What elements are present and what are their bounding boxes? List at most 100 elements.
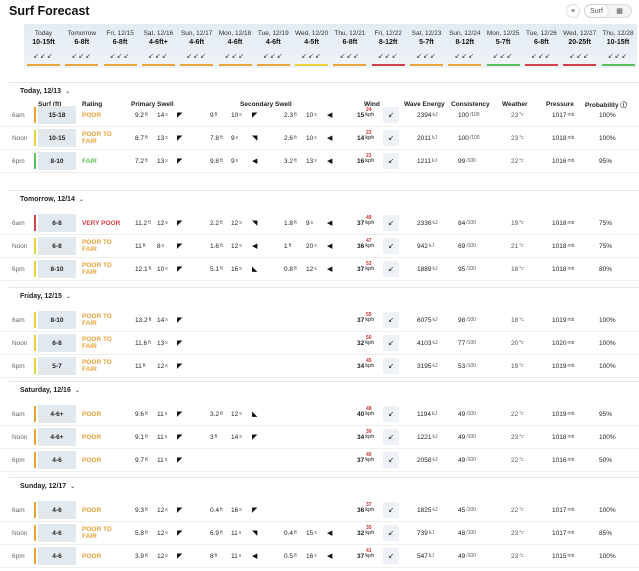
table-row[interactable]: 6am 4-6+ POOR 9.6 ft 11 s ◤ 3.2 ft 12 s ◣ 40 kph 48 ↙ 119… (0, 404, 639, 426)
table-row[interactable]: Noon 4-6+ POOR 9.1 ft 11 s ◤ 3 ft 14 s ◤ 34 kph 39 ↙ 1221… (0, 427, 639, 449)
table-row[interactable]: Noon 6-8 POOR TO FAIR 11.6 ft 13 s ◤ 32 kph 50 ↙ 410… (0, 333, 639, 355)
view-segment[interactable]: Surf ▦ (584, 4, 632, 18)
primary-swell-period: 14 s (157, 316, 168, 324)
table-row[interactable]: 6pm 4-6 POOR 9.7 ft 11 s ◤ 37 kph 40 ↙ 2058 kJ 49/100 2… (0, 450, 639, 472)
strip-day[interactable]: Sat, 12/23 5-7ft ↙↙↙ (407, 24, 446, 68)
strip-day-height: 8-12ft (455, 39, 475, 46)
day-header[interactable]: Sunday, 12/17 ⌄ (20, 483, 75, 490)
strip-day[interactable]: Wed, 12/20 4-5ft ↙↙↙ (292, 24, 331, 68)
row-time: Noon (12, 242, 28, 250)
table-row[interactable]: 6am 6-8 VERY POOR 11.2 ft 12 s ◤ 2.2 ft 12 s ◥ 1.8 ft 9… (0, 213, 639, 235)
wind-speed: 32 kph 35 (357, 525, 375, 537)
surf-view-button[interactable]: Surf (585, 5, 608, 17)
strip-day[interactable]: Fri, 12/15 6-8ft ↙↙↙ (101, 24, 140, 68)
table-row[interactable]: 6pm 5-7 POOR TO FAIR 11 ft 12 s ◤ 34 kph 45 ↙ 3195 kJ… (0, 356, 639, 378)
rating-label: POOR (82, 410, 102, 418)
pressure: 1016 mb (552, 456, 575, 464)
pressure: 1018 mb (552, 433, 575, 441)
table-row[interactable]: Noon 10-15 POOR TO FAIR 8.7 ft 13 s ◤ 7.8 ft 9 s ◥ 2.… (0, 128, 639, 150)
wave-energy: 739 kJ (417, 529, 434, 537)
tertiary-swell-period: 10 s (306, 134, 317, 142)
swell-direction-icon: ◤ (177, 340, 183, 347)
weather-temp: 20 °c (511, 339, 524, 347)
surf-height: 6-8 (38, 237, 76, 255)
day-header[interactable]: Friday, 12/15 ⌄ (20, 293, 71, 300)
table-row[interactable]: 6am 4-6 POOR 9.3 ft 12 s ◤ 0.4 ft 16 s ◤ 36 kph 37 ↙ 1825… (0, 500, 639, 522)
chevron-down-icon[interactable]: ⌄ (65, 89, 70, 95)
day-header[interactable]: Saturday, 12/16 ⌄ (20, 387, 80, 394)
secondary-swell-height: 9.8 ft (210, 157, 223, 165)
chevron-down-icon[interactable]: ⌄ (66, 294, 71, 300)
row-time: Noon (12, 529, 28, 537)
strip-day[interactable]: Tomorrow 6-8ft ↙↙↙ (62, 24, 101, 68)
wind-direction-icon: ↙ (383, 406, 399, 422)
table-row[interactable]: 6pm 8-10 FAIR 7.2 ft 13 s ◤ 9.8 ft 9 s ◀ 3.2 ft 13 s ◀ 16 k… (0, 151, 639, 173)
table-row[interactable]: 6pm 8-10 POOR TO FAIR 12.1 ft 10 s ◤ 5.1 ft 16 s ◣ 0.… (0, 259, 639, 281)
wind-direction-icon: ↙ (383, 153, 399, 169)
chevron-down-icon[interactable]: ⌄ (79, 197, 84, 203)
day-header[interactable]: Today, 12/13 ⌄ (20, 88, 70, 95)
table-view-button[interactable]: ▦ (608, 5, 631, 17)
strip-day[interactable]: Mon, 12/25 5-7ft ↙↙↙ (484, 24, 523, 68)
secondary-swell-height: 1.6 ft (210, 242, 223, 250)
secondary-swell-period: 12 s (231, 242, 242, 250)
strip-day[interactable]: Today 10-15ft ↙↙↙ (24, 24, 63, 68)
wind-arrows-icon: ↙↙↙ (454, 53, 476, 60)
table-row[interactable]: Noon 6-8 POOR TO FAIR 11 ft 8 s ◤ 1.6 ft 12 s ◀ 1 ft 20… (0, 236, 639, 258)
wind-direction-icon: ↙ (383, 130, 399, 146)
swell-direction-icon: ◀ (327, 112, 333, 119)
strip-day[interactable]: Wed, 12/27 20-25ft ↙↙↙ (560, 24, 599, 68)
strip-day[interactable]: Fri, 12/22 8-12ft ↙↙↙ (369, 24, 408, 68)
table-row[interactable]: Noon 4-6 POOR TO FAIR 5.8 ft 12 s ◤ 6.9 ft 11 s ◥ 0.4… (0, 523, 639, 545)
strip-rating-bar (65, 64, 99, 66)
strip-day[interactable]: Sun, 12/17 4-6ft ↙↙↙ (177, 24, 216, 68)
rating-bar (34, 107, 36, 123)
surf-height: 8-10 (38, 260, 76, 278)
consistency: 100/100 (458, 111, 480, 119)
strip-rating-bar (410, 64, 443, 66)
rating-label: FAIR (82, 157, 97, 165)
strip-day[interactable]: Tue, 12/26 6-8ft ↙↙↙ (522, 24, 561, 68)
list-view-toggle[interactable]: ≡ (566, 4, 580, 18)
day-header[interactable]: Tomorrow, 12/14 ⌄ (20, 196, 84, 203)
strip-rating-bar (27, 64, 60, 66)
swell-direction-icon: ◀ (327, 135, 333, 142)
strip-day[interactable]: Mon, 12/18 4-6ft ↙↙↙ (216, 24, 255, 68)
strip-day-height: 6-8ft (534, 39, 549, 46)
day-label: Today, 12/13 (20, 88, 61, 95)
chevron-down-icon[interactable]: ⌄ (75, 388, 80, 394)
wind-direction-icon: ↙ (383, 335, 399, 351)
consistency: 98/100 (458, 316, 476, 324)
probability: 50% (599, 456, 613, 464)
strip-day[interactable]: Sat, 12/16 4-6ft+ ↙↙↙ (139, 24, 178, 68)
secondary-swell-height: 6.9 ft (210, 529, 223, 537)
chevron-down-icon[interactable]: ⌄ (70, 484, 75, 490)
strip-day[interactable]: Thu, 12/28 10-15ft ↙↙↙ (599, 24, 638, 68)
wave-energy: 2058 kJ (417, 456, 438, 464)
table-row[interactable]: 6pm 4-6 POOR 3.9 ft 12 s ◤ 8 ft 11 s ◀ 0.5 ft 16 s ◀ 37 kph… (0, 546, 639, 568)
wave-energy: 547 kJ (417, 552, 434, 560)
secondary-swell-period: 9s (231, 134, 239, 142)
row-time: 6am (12, 410, 25, 418)
table-row[interactable]: 6am 15-18 POOR 9.2 ft 14 s ◤ 9 ft 10 s ◤ 2.3 ft 10 s ◀ 15 k… (0, 105, 639, 127)
swell-direction-icon: ◤ (177, 411, 183, 418)
surf-height: 5-7 (38, 357, 76, 375)
pressure: 1018 mb (552, 134, 575, 142)
surf-height: 8-10 (38, 152, 76, 170)
rating-bar (34, 548, 36, 564)
wave-energy: 2336 kJ (417, 219, 438, 227)
weather-temp: 23 °c (511, 529, 524, 537)
swell-direction-icon: ◤ (177, 434, 183, 441)
swell-direction-icon: ◀ (327, 220, 333, 227)
day-separator (9, 381, 639, 382)
table-row[interactable]: 6am 8-10 POOR TO FAIR 13.2 ft 14 s ◤ 37 kph 55 ↙ 607… (0, 310, 639, 332)
swell-direction-icon: ◤ (177, 243, 183, 250)
strip-day[interactable]: Thu, 12/21 6-8ft ↙↙↙ (330, 24, 369, 68)
rating-label: POOR (82, 111, 102, 119)
rating-bar (34, 358, 36, 374)
strip-day[interactable]: Tue, 12/19 4-6ft ↙↙↙ (254, 24, 293, 68)
strip-rating-bar (218, 64, 252, 66)
strip-day[interactable]: Sun, 12/24 8-12ft ↙↙↙ (445, 24, 484, 68)
surf-height: 15-18 (38, 106, 76, 124)
wind-direction-icon: ↙ (383, 452, 399, 468)
